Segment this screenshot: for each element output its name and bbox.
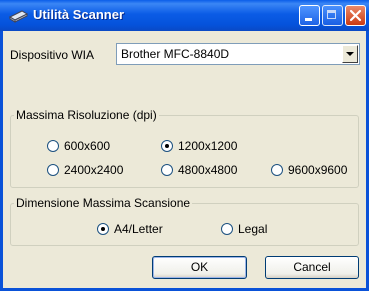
radio-size-a4-letter-label: A4/Letter bbox=[114, 222, 163, 236]
maximize-icon[interactable] bbox=[322, 5, 343, 26]
radio-res-4800[interactable] bbox=[161, 164, 173, 176]
scanner-icon bbox=[8, 10, 28, 23]
radio-size-a4-letter[interactable] bbox=[97, 223, 109, 235]
close-x-glyph bbox=[349, 9, 362, 22]
radio-res-9600[interactable] bbox=[271, 164, 283, 176]
scan-size-legend: Dimensione Massima Scansione bbox=[14, 196, 193, 210]
device-label: Dispositivo WIA bbox=[10, 48, 95, 62]
radio-res-600-label: 600x600 bbox=[64, 139, 111, 153]
radio-res-2400[interactable] bbox=[47, 164, 59, 176]
window-title: Utilità Scanner bbox=[33, 7, 125, 22]
close-icon[interactable] bbox=[345, 5, 366, 26]
scanner-utility-window: Utilità Scanner Dispositivo WIA Brother … bbox=[0, 0, 369, 291]
radio-size-legal[interactable] bbox=[221, 223, 233, 235]
title-bar[interactable]: Utilità Scanner bbox=[0, 0, 369, 31]
cancel-button[interactable]: Cancel bbox=[265, 256, 359, 279]
device-select[interactable]: Brother MFC-8840D bbox=[116, 43, 360, 65]
radio-size-legal-label: Legal bbox=[238, 222, 268, 236]
ok-button[interactable]: OK bbox=[152, 256, 247, 279]
chevron-down-icon[interactable] bbox=[342, 45, 358, 63]
device-select-value: Brother MFC-8840D bbox=[121, 47, 230, 61]
radio-res-600[interactable] bbox=[47, 140, 59, 152]
radio-res-9600-label: 9600x9600 bbox=[288, 163, 348, 177]
radio-res-1200[interactable] bbox=[161, 140, 173, 152]
radio-res-4800-label: 4800x4800 bbox=[178, 163, 238, 177]
radio-res-1200-label: 1200x1200 bbox=[178, 139, 238, 153]
resolution-legend: Massima Risoluzione (dpi) bbox=[14, 108, 159, 122]
radio-res-2400-label: 2400x2400 bbox=[64, 163, 124, 177]
minimize-icon[interactable] bbox=[299, 5, 320, 26]
